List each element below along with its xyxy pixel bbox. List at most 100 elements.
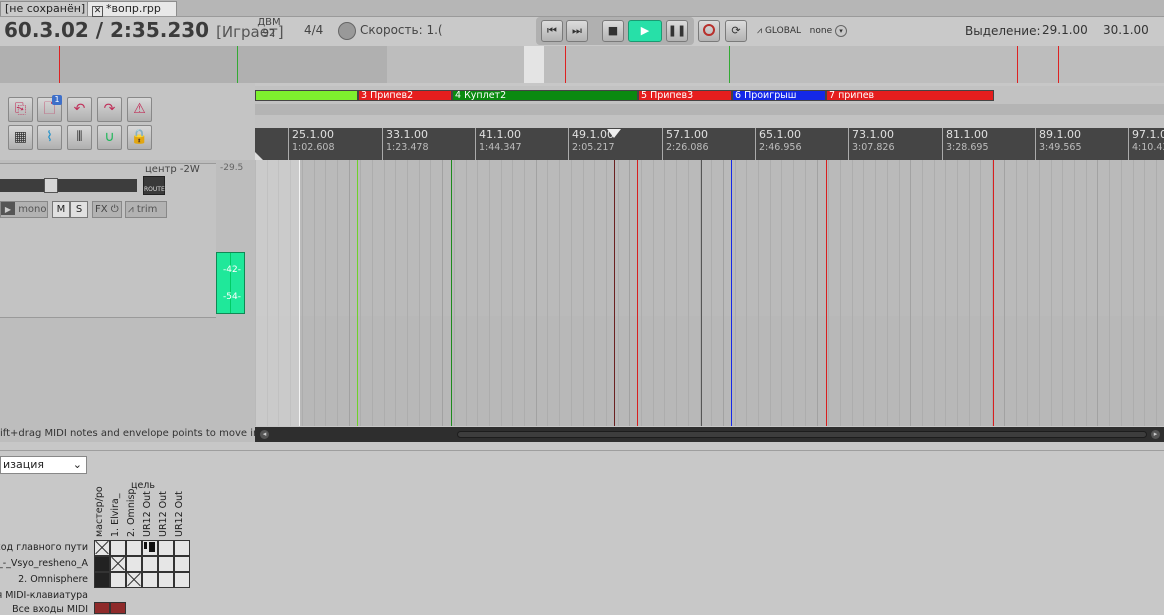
bar-label: 57.1.00 — [666, 128, 708, 141]
routing-cell[interactable] — [94, 572, 110, 588]
tab-current-project[interactable]: ✕ *вопр.rpp — [87, 1, 177, 17]
grid-line — [1051, 160, 1052, 426]
solo-button[interactable]: S — [70, 201, 88, 218]
snap-magnet-icon[interactable]: ∪ — [97, 125, 122, 150]
scroll-thumb[interactable] — [457, 431, 1147, 438]
region-block[interactable]: 7 припев — [826, 90, 994, 101]
routing-cell[interactable] — [110, 602, 126, 614]
record-button[interactable] — [698, 20, 720, 42]
routing-cell[interactable] — [174, 572, 190, 588]
track-control-panel[interactable]: центр -2W ROUTE ▶ mono M S FX ⏻ ⩘ trim — [0, 163, 216, 318]
routing-cell[interactable] — [142, 556, 158, 572]
routing-cell[interactable] — [174, 540, 190, 556]
envelope-icon[interactable]: ⌇ — [37, 125, 62, 150]
routing-cell[interactable] — [110, 572, 126, 588]
scroll-right-icon[interactable]: ▸ — [1151, 430, 1160, 439]
overview-marker — [237, 46, 238, 83]
play-button[interactable]: ▶ — [628, 20, 662, 42]
routing-cell[interactable] — [142, 572, 158, 588]
scroll-left-icon[interactable]: ◂ — [260, 430, 269, 439]
time-label: 4:10.43 — [1132, 142, 1164, 153]
grid-line — [711, 160, 712, 426]
grid-icon[interactable]: ▦ — [8, 125, 33, 150]
fx-button[interactable]: FX ⏻ — [92, 201, 122, 218]
region-block[interactable]: 3 Припев2 — [358, 90, 452, 101]
routing-cell[interactable] — [110, 556, 126, 572]
volume-fader-knob[interactable] — [44, 178, 58, 193]
go-to-start-button[interactable]: ⏮ — [541, 20, 563, 42]
global-automation[interactable]: ⩘ GLOBAL none ▾ — [757, 25, 847, 37]
play-small-icon: ▶ — [1, 202, 15, 215]
region-block[interactable] — [255, 90, 358, 101]
pause-button[interactable]: ❚❚ — [666, 20, 688, 42]
go-to-end-button[interactable]: ⏭ — [566, 20, 588, 42]
grid-line — [477, 160, 478, 426]
selection-end[interactable]: 30.1.00 — [1103, 23, 1149, 37]
routing-view-select[interactable]: изация ⌄ — [0, 456, 87, 474]
mute-button[interactable]: M — [52, 201, 70, 218]
marker-lane[interactable] — [255, 104, 1164, 115]
skip-back-icon: ⏮ — [547, 24, 557, 37]
time-label: 1:23.478 — [386, 142, 429, 153]
region-block[interactable]: 4 Куплет2 — [452, 90, 638, 101]
lock-icon[interactable]: 🔒 — [127, 125, 152, 150]
stop-button[interactable]: ■ — [602, 20, 624, 42]
timeline-overview[interactable] — [0, 46, 1164, 83]
region-block[interactable]: 6 Проигрыш — [732, 90, 826, 101]
routing-cell[interactable] — [158, 556, 174, 572]
bpm-display[interactable]: ДВМ 92 — [255, 17, 283, 39]
grid-line — [969, 160, 970, 426]
route-button[interactable]: ROUTE — [143, 176, 165, 195]
redo-icon[interactable]: ↷ — [97, 97, 122, 122]
overview-view-window[interactable] — [524, 46, 544, 83]
timeline-ruler[interactable]: 25.1.00 1:02.608 33.1.00 1:23.478 41.1.00 1… — [255, 128, 1164, 160]
region-marker-line — [731, 160, 732, 426]
arrange-view[interactable] — [255, 160, 1164, 426]
grid-line — [1039, 160, 1040, 426]
grid-line — [1027, 160, 1028, 426]
lines-icon[interactable]: ⦀ — [67, 125, 92, 150]
region-lane[interactable]: 3 Припев2 4 Куплет2 5 Припев3 6 Проигрыш… — [255, 86, 1164, 128]
speed-knob-icon[interactable] — [338, 22, 356, 40]
playhead-marker-icon[interactable] — [607, 129, 621, 138]
routing-cell[interactable] — [94, 540, 110, 556]
mono-button[interactable]: ▶ mono — [0, 201, 48, 218]
time-selection[interactable] — [255, 160, 299, 426]
grid-line — [384, 160, 385, 426]
trim-button[interactable]: ⩘ trim — [125, 201, 167, 218]
routing-cell[interactable] — [94, 602, 110, 614]
metronome-icon[interactable]: ⚠ — [127, 97, 152, 122]
close-tab-icon[interactable]: ✕ — [92, 6, 103, 17]
grid-line — [1156, 160, 1157, 426]
routing-cell[interactable] — [110, 540, 126, 556]
time-display[interactable]: 60.3.02 / 2:35.230 [Играет] — [4, 18, 284, 42]
time-label: 1:44.347 — [479, 142, 522, 153]
tab-unsaved-project[interactable]: [не сохранён] — [0, 1, 90, 16]
dropdown-circle-icon[interactable]: ▾ — [834, 25, 847, 37]
region-block[interactable]: 5 Припев3 — [638, 90, 732, 101]
routing-cell[interactable] — [126, 572, 142, 588]
grid-line — [887, 160, 888, 426]
routing-cell[interactable] — [142, 540, 158, 556]
grid-line — [1133, 160, 1134, 426]
horizontal-scrollbar[interactable]: ◂ ▸ — [255, 427, 1164, 442]
repeat-button[interactable]: ⟳ — [725, 20, 747, 42]
loop-start-marker-icon[interactable] — [255, 152, 263, 160]
row-label: Все входы MIDI — [12, 604, 88, 615]
pan-label: центр -2W — [145, 164, 200, 175]
routing-cell[interactable] — [158, 572, 174, 588]
grid-line — [781, 160, 782, 426]
routing-cell[interactable] — [174, 556, 190, 572]
routing-cell[interactable] — [158, 540, 174, 556]
routing-cell[interactable] — [126, 556, 142, 572]
time-signature[interactable]: 4/4 — [304, 23, 323, 37]
selection-start[interactable]: 29.1.00 — [1042, 23, 1088, 37]
routing-cell[interactable] — [94, 556, 110, 572]
tab-label: [не сохранён] — [5, 2, 86, 15]
routing-cell[interactable] — [126, 540, 142, 556]
meter-reading-bottom: -54- — [223, 292, 241, 302]
grid-line — [430, 160, 431, 426]
volume-fader-track[interactable] — [0, 178, 137, 193]
save-icon[interactable]: ⎘ — [8, 97, 33, 122]
undo-icon[interactable]: ↶ — [67, 97, 92, 122]
